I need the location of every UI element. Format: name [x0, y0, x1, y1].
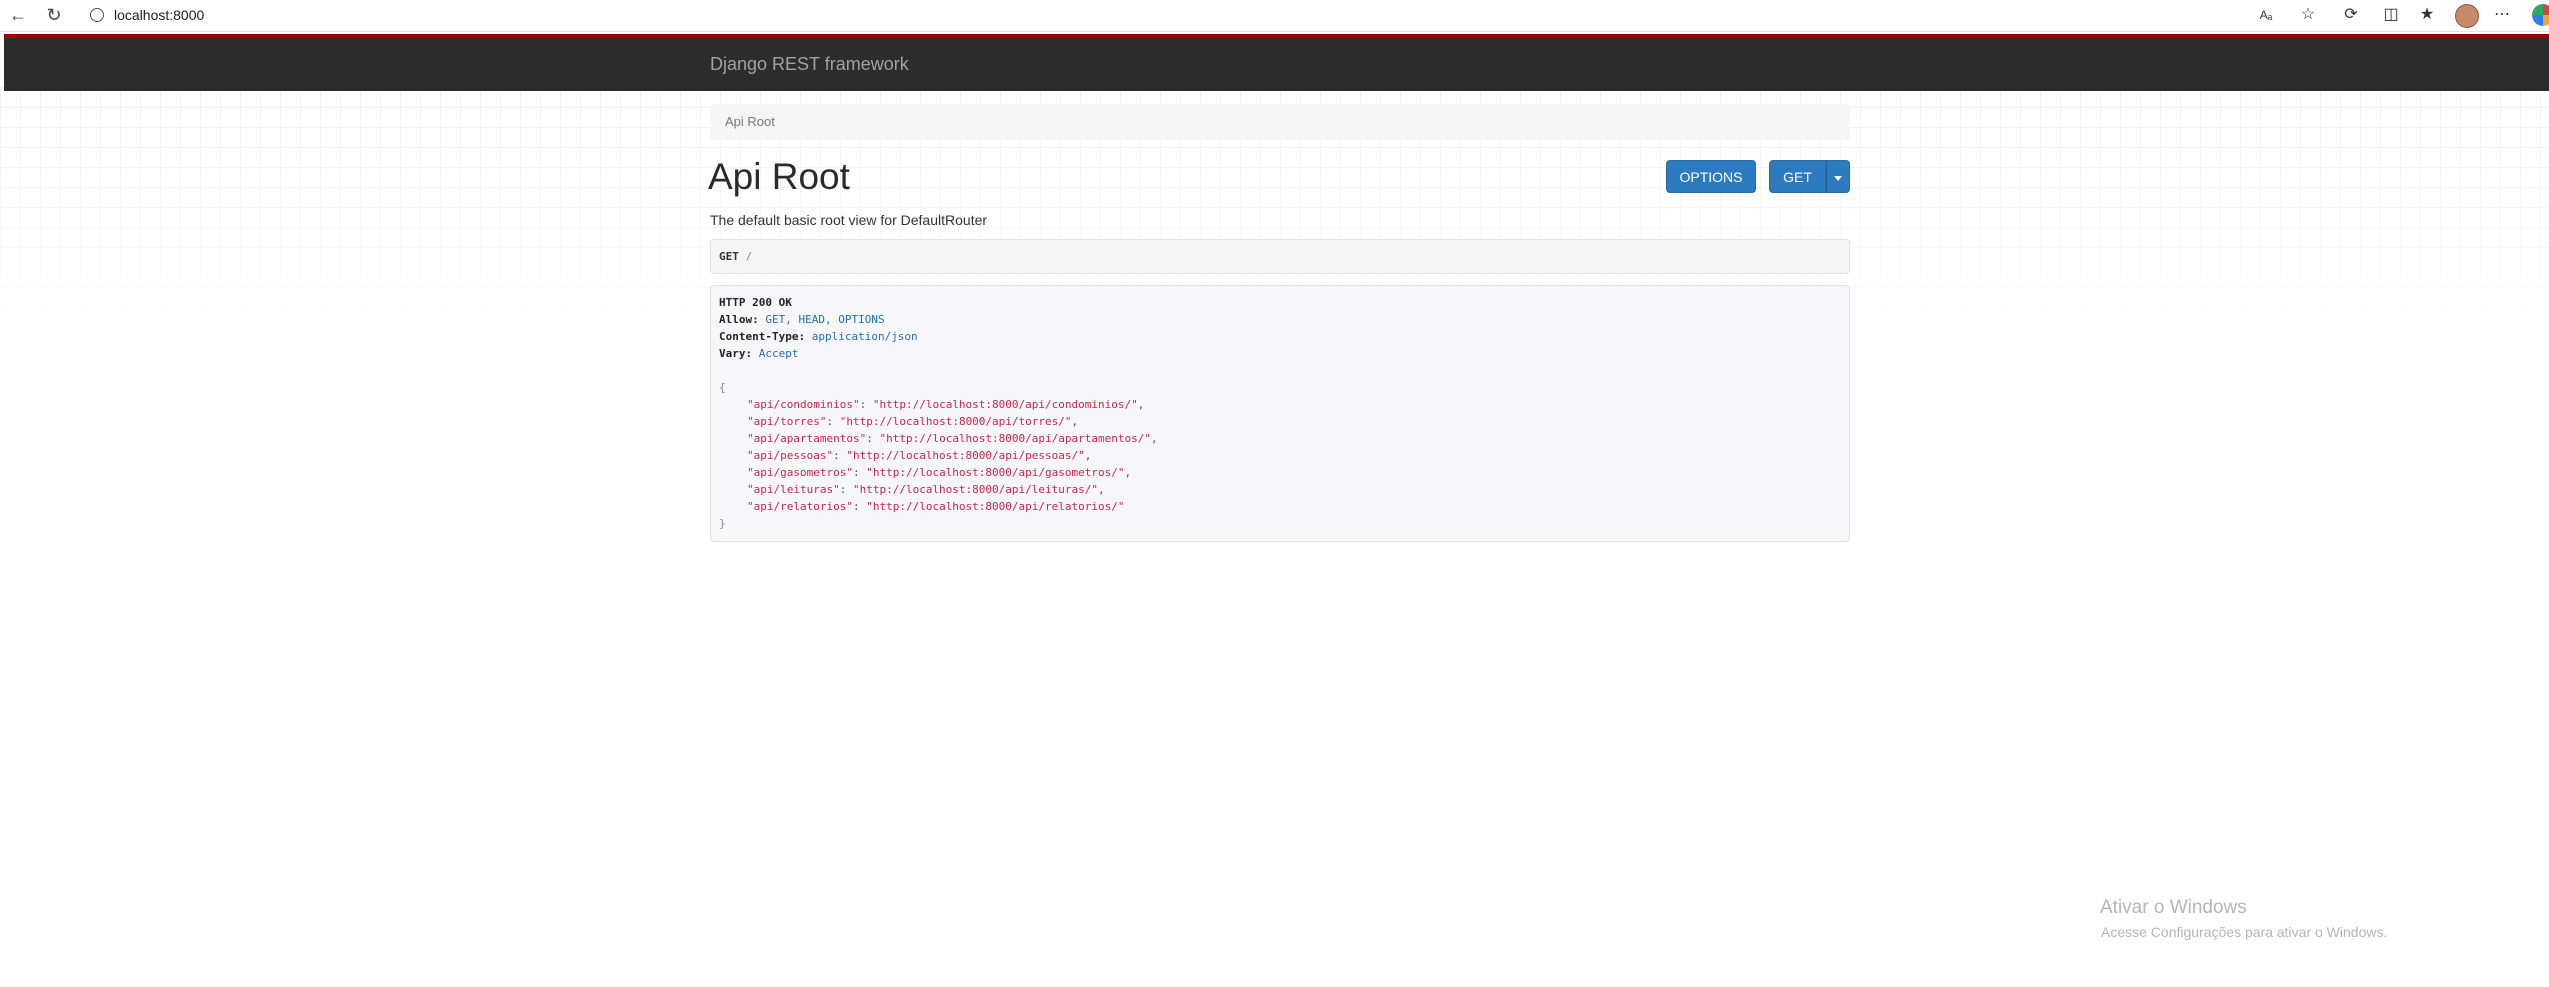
site-info-icon[interactable]: [90, 8, 104, 22]
request-line: GET /: [719, 250, 752, 263]
page-content: Django REST framework Api Root Api Root …: [0, 32, 2549, 987]
response-header: Allow: GET, HEAD, OPTIONS: [719, 313, 885, 326]
json-link[interactable]: "http://localhost:8000/api/torres/": [840, 415, 1072, 428]
more-menu-icon[interactable]: ⋯: [2492, 6, 2512, 24]
profile-avatar[interactable]: [2455, 4, 2479, 28]
top-navbar: Django REST framework: [4, 34, 2549, 91]
breadcrumb: Api Root: [710, 104, 1850, 140]
json-entry: "api/apartamentos": "http://localhost:80…: [747, 432, 1158, 445]
browser-toolbar: ← ↻ localhost:8000 Aₐ ☆ ⟳ ◫ ★ ⋯: [0, 0, 2549, 32]
response-status: HTTP 200 OK: [719, 296, 792, 309]
request-path: /: [745, 250, 753, 263]
json-link[interactable]: "http://localhost:8000/api/gasometros/": [866, 466, 1124, 479]
json-entry: "api/leituras": "http://localhost:8000/a…: [747, 483, 1105, 496]
json-close-brace: }: [719, 517, 726, 530]
address-bar[interactable]: localhost:8000: [80, 3, 2230, 27]
get-button[interactable]: GET: [1769, 160, 1826, 193]
brand-link[interactable]: Django REST framework: [710, 54, 909, 75]
get-format-dropdown-button[interactable]: [1826, 160, 1850, 193]
favorite-star-icon[interactable]: ☆: [2298, 6, 2318, 24]
response-header: Vary: Accept: [719, 347, 799, 360]
windows-activation-subtitle: Acesse Configurações para ativar o Windo…: [2101, 924, 2388, 940]
json-entry: "api/torres": "http://localhost:8000/api…: [747, 415, 1079, 428]
breadcrumb-item-api-root[interactable]: Api Root: [725, 114, 775, 129]
json-entry: "api/relatorios": "http://localhost:8000…: [747, 500, 1125, 513]
json-open-brace: {: [719, 381, 726, 394]
json-link[interactable]: "http://localhost:8000/api/condominios/": [873, 398, 1138, 411]
windows-activation-title: Ativar o Windows: [2100, 897, 2247, 918]
json-entry: "api/pessoas": "http://localhost:8000/ap…: [747, 449, 1092, 462]
options-button[interactable]: OPTIONS: [1666, 160, 1756, 193]
reload-icon[interactable]: ↻: [44, 5, 64, 25]
read-aloud-icon[interactable]: Aₐ: [2256, 6, 2276, 24]
json-link[interactable]: "http://localhost:8000/api/relatorios/": [866, 500, 1124, 513]
page-title: Api Root: [708, 156, 850, 197]
split-screen-icon[interactable]: ◫: [2381, 6, 2401, 24]
view-description: The default basic root view for DefaultR…: [710, 212, 988, 228]
copilot-icon[interactable]: [2532, 4, 2549, 26]
caret-down-icon: [1834, 175, 1842, 181]
request-method: GET: [719, 250, 739, 263]
favorites-icon[interactable]: ★: [2417, 6, 2437, 24]
json-entry: "api/condominios": "http://localhost:800…: [747, 398, 1145, 411]
json-entry: "api/gasometros": "http://localhost:8000…: [747, 466, 1132, 479]
json-link[interactable]: "http://localhost:8000/api/pessoas/": [846, 449, 1084, 462]
back-arrow-icon[interactable]: ←: [8, 5, 28, 25]
url-text: localhost:8000: [114, 7, 205, 23]
extensions-icon[interactable]: ⟳: [2341, 6, 2361, 24]
response-info: HTTP 200 OK Allow: GET, HEAD, OPTIONS Co…: [710, 285, 1850, 542]
json-link[interactable]: "http://localhost:8000/api/apartamentos/…: [879, 432, 1151, 445]
request-info: GET /: [710, 239, 1850, 274]
json-link[interactable]: "http://localhost:8000/api/leituras/": [853, 483, 1098, 496]
response-header: Content-Type: application/json: [719, 330, 918, 343]
